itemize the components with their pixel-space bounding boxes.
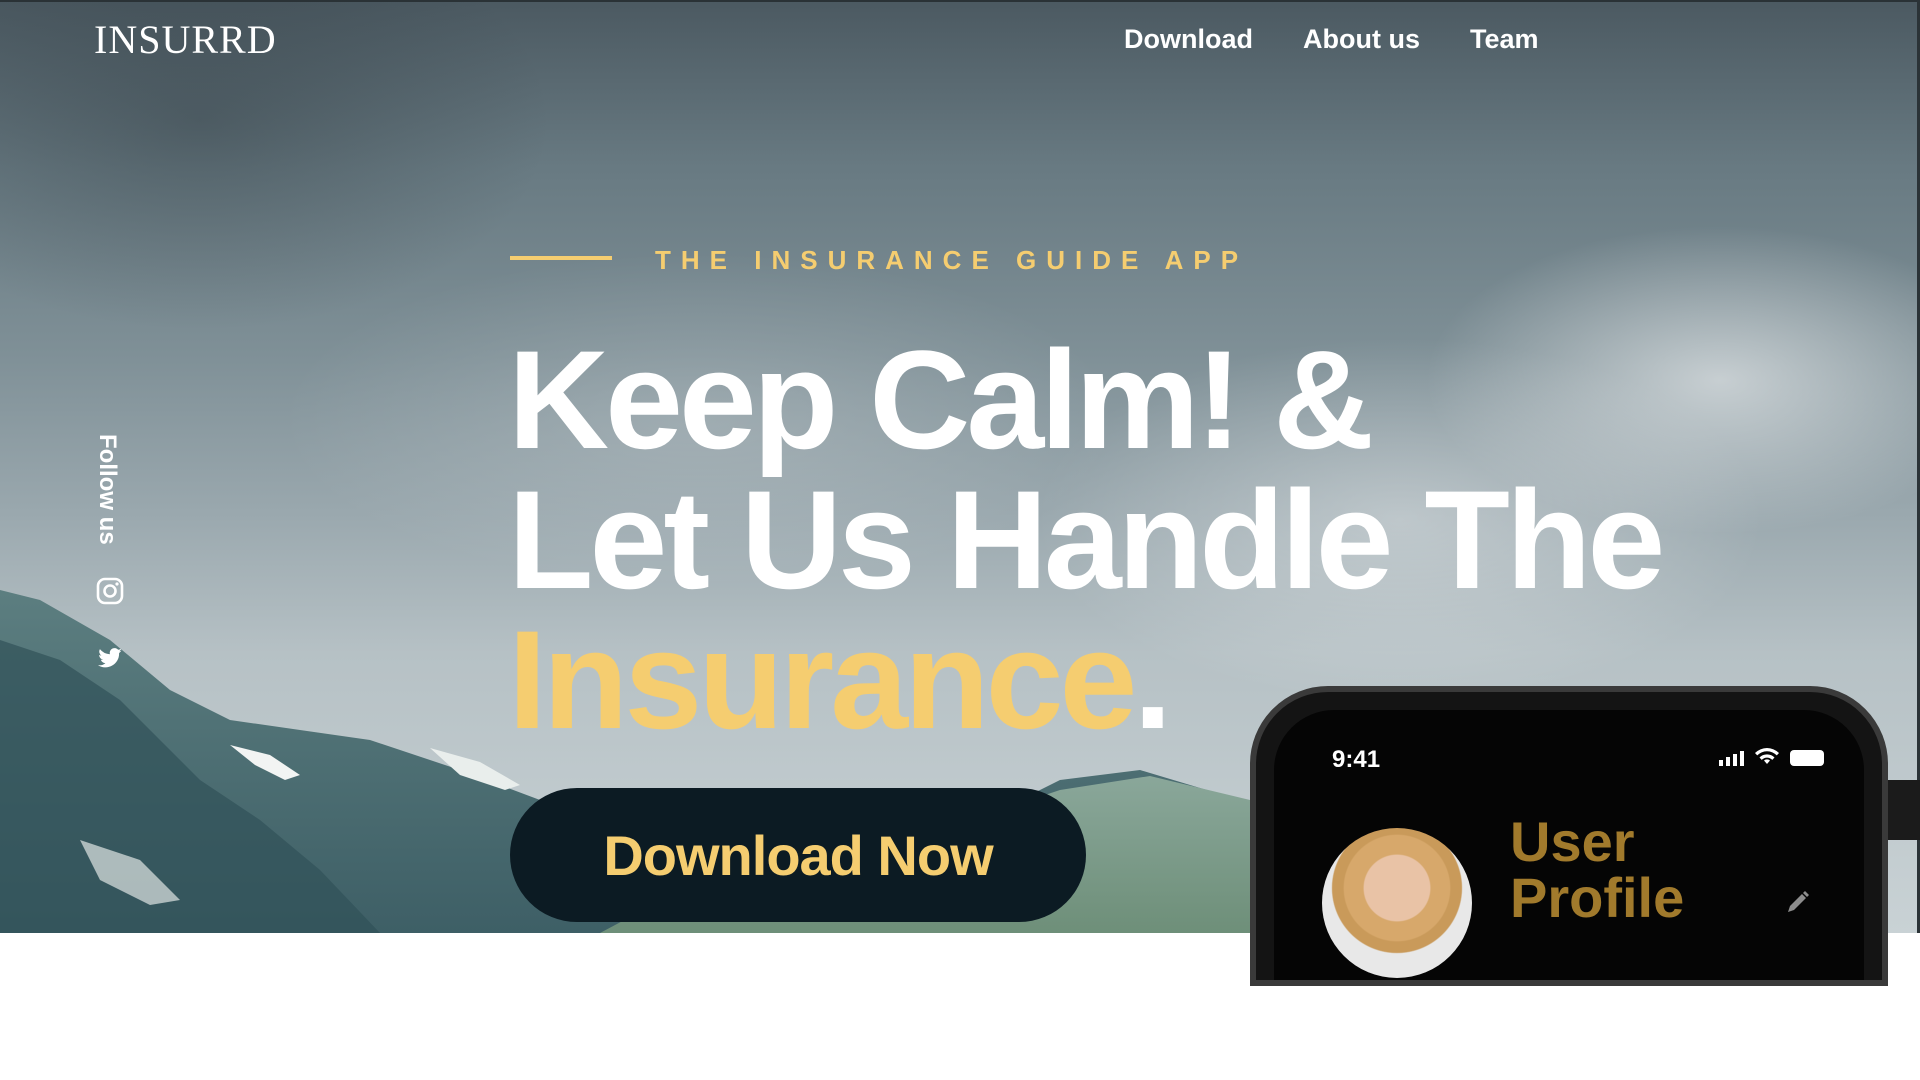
phone-screen: 9:41 User Profile <box>1274 710 1864 980</box>
follow-us-label: Follow us <box>94 434 121 545</box>
profile-title-line-2: Profile <box>1510 866 1685 929</box>
signal-icon <box>1719 751 1744 766</box>
headline-highlight: Insurance <box>508 601 1137 758</box>
phone-time: 9:41 <box>1332 746 1381 773</box>
battery-icon <box>1790 750 1824 766</box>
headline-line-1: Keep Calm! & <box>508 321 1374 478</box>
main-nav: Download About us Team <box>1124 24 1539 55</box>
profile-title-line-1: User <box>1510 810 1635 873</box>
twitter-icon[interactable] <box>95 643 125 673</box>
headline-line-2: Let Us Handle The <box>508 461 1665 618</box>
phone-side-button <box>1888 780 1920 840</box>
brand-logo[interactable]: INSURRD <box>94 16 277 63</box>
phone-status-bar <box>1719 748 1824 766</box>
eyebrow-divider <box>510 256 612 260</box>
download-now-button[interactable]: Download Now <box>510 788 1086 922</box>
headline-period: . <box>1133 601 1172 758</box>
profile-title: User Profile <box>1510 814 1684 926</box>
nav-team[interactable]: Team <box>1470 24 1539 55</box>
wifi-icon <box>1755 748 1779 764</box>
nav-about-us[interactable]: About us <box>1303 24 1420 55</box>
edit-pencil-icon[interactable] <box>1784 888 1812 916</box>
avatar <box>1322 828 1472 978</box>
instagram-icon[interactable] <box>95 576 125 606</box>
hero-eyebrow: THE INSURANCE GUIDE APP <box>655 245 1249 275</box>
nav-download[interactable]: Download <box>1124 24 1253 55</box>
phone-mockup: 9:41 User Profile <box>1250 686 1888 986</box>
